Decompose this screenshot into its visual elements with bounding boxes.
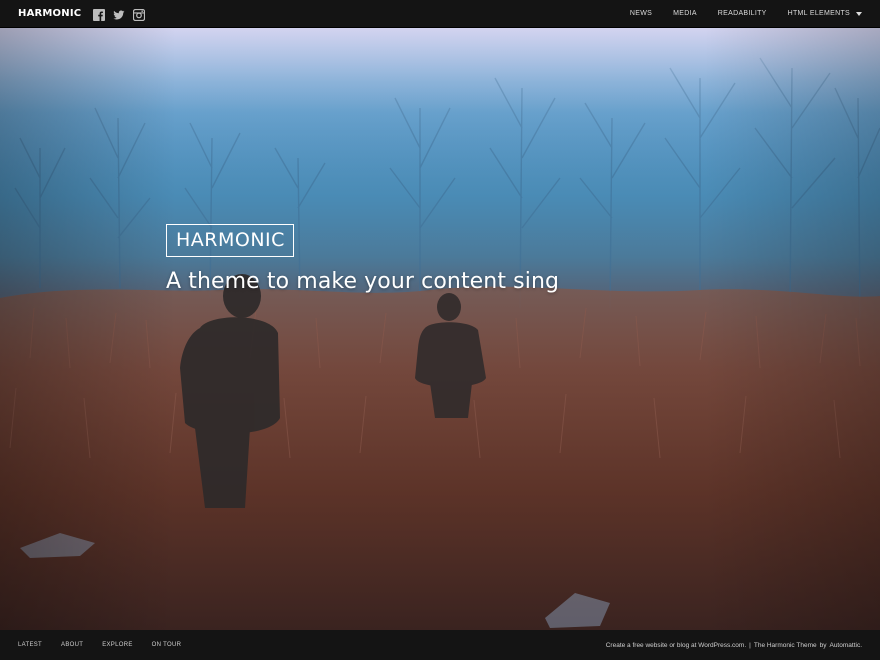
author-link[interactable]: Automattic. (829, 642, 862, 649)
footer-bar: LATEST ABOUT EXPLORE ON TOUR Create a fr… (0, 630, 880, 660)
facebook-icon[interactable] (93, 8, 106, 21)
chevron-down-icon (856, 11, 862, 16)
nav-item-html-elements-label: HTML ELEMENTS (787, 10, 850, 17)
nav-item-readability[interactable]: READABILITY (718, 10, 767, 17)
hero-background-image (0, 28, 880, 630)
twitter-icon[interactable] (113, 8, 125, 20)
hero-tagline: A theme to make your content sing (166, 269, 560, 294)
footer-nav-on-tour[interactable]: ON TOUR (152, 642, 182, 648)
social-links (93, 8, 146, 21)
hero-title: HARMONIC (166, 224, 294, 257)
instagram-icon[interactable] (133, 8, 146, 21)
footer-nav: LATEST ABOUT EXPLORE ON TOUR (18, 642, 200, 648)
nav-item-news[interactable]: NEWS (630, 10, 652, 17)
footer-nav-latest[interactable]: LATEST (18, 642, 42, 648)
credits-separator: | (749, 641, 751, 649)
top-bar: HARMONIC NEWS MEDIA READABILITY HTML ELE… (0, 0, 880, 28)
main-nav: NEWS MEDIA READABILITY HTML ELEMENTS (630, 10, 862, 17)
theme-name: The Harmonic Theme (753, 641, 817, 649)
footer-nav-explore[interactable]: EXPLORE (102, 642, 132, 648)
nav-item-media[interactable]: MEDIA (673, 10, 697, 17)
site-logo[interactable]: HARMONIC (18, 8, 81, 19)
hero-banner: HARMONIC A theme to make your content si… (0, 28, 880, 630)
footer-nav-about[interactable]: ABOUT (61, 642, 83, 648)
credits-by: by (819, 641, 827, 649)
nav-item-html-elements[interactable]: HTML ELEMENTS (788, 10, 862, 17)
wordpress-credit-link[interactable]: Create a free website or blog at WordPre… (606, 642, 746, 649)
site-credits: Create a free website or blog at WordPre… (606, 642, 862, 649)
